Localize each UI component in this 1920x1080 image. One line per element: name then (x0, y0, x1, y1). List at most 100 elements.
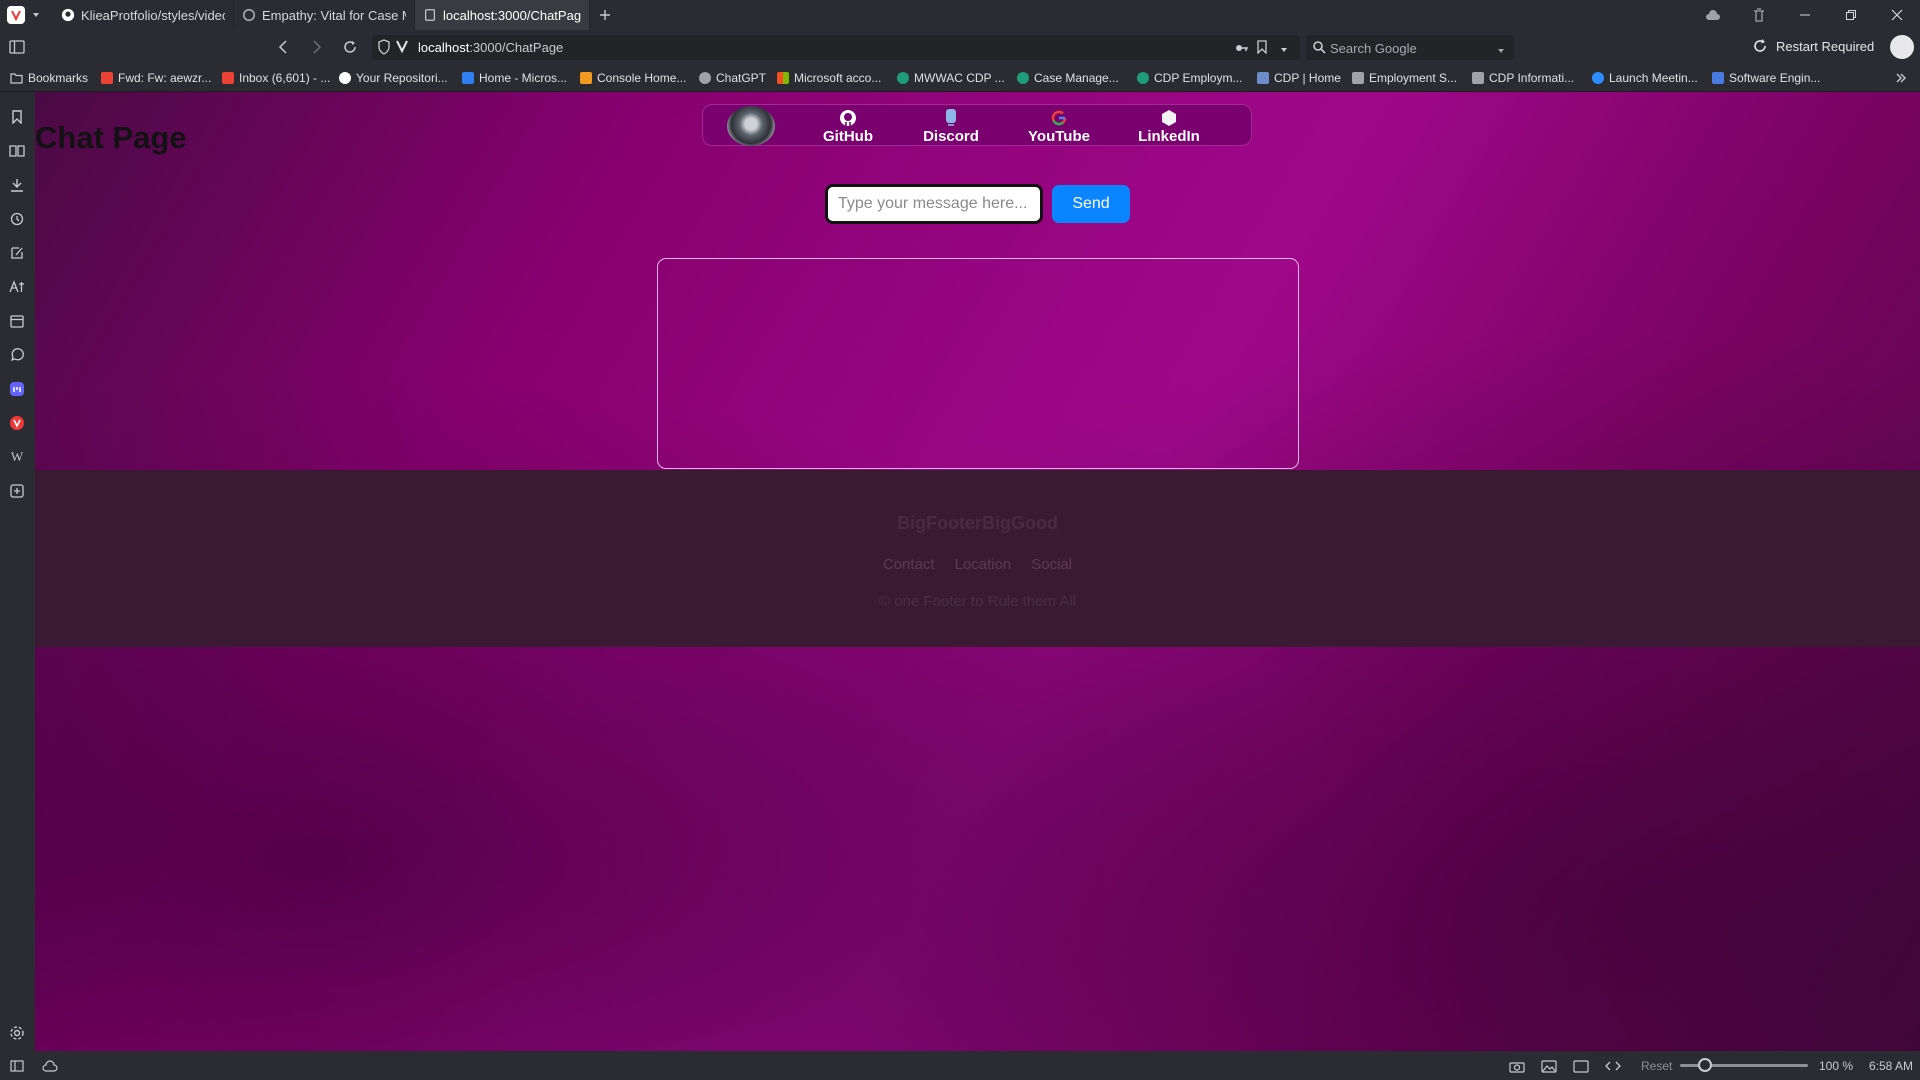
history-icon[interactable] (8, 210, 26, 228)
shield-icon[interactable] (377, 39, 391, 60)
cloud-icon[interactable] (1690, 0, 1736, 30)
back-icon[interactable] (274, 38, 292, 56)
download-icon[interactable] (8, 176, 26, 194)
bookmark-item[interactable]: Fwd: Fw: aewzr... (101, 71, 211, 85)
profile-logo[interactable] (727, 106, 775, 146)
bookmark-item[interactable]: Bookmarks (10, 71, 88, 85)
zoom-slider-handle[interactable] (1698, 1058, 1712, 1072)
page-icon (1472, 72, 1484, 84)
double-chevron-right-icon[interactable] (1895, 71, 1907, 89)
sharepoint-icon (1017, 72, 1029, 84)
vivaldi-menu-icon[interactable] (7, 6, 25, 24)
page-icon (425, 9, 435, 21)
bookmark-item[interactable]: Case Manage... (1017, 71, 1119, 85)
cloud-sync-icon[interactable] (42, 1058, 58, 1074)
send-button[interactable]: Send (1052, 185, 1130, 223)
restore-icon[interactable] (1828, 0, 1874, 30)
bookmark-item[interactable]: Launch Meetin... (1592, 71, 1698, 85)
calendar-icon[interactable] (8, 312, 26, 330)
linkedin-icon (1712, 72, 1724, 84)
bookmark-panel-icon[interactable] (8, 108, 26, 126)
vivaldi-icon[interactable] (8, 414, 26, 432)
bookmark-item[interactable]: Home - Micros... (462, 71, 567, 85)
status-bar: Reset 100 % 6:58 AM (0, 1051, 1920, 1080)
github-icon (61, 8, 75, 22)
url-text: localhost:3000/ChatPage (418, 40, 563, 55)
mastodon-icon[interactable] (8, 380, 26, 398)
folder-icon (10, 72, 23, 84)
nav-link-linkedin[interactable]: LinkedIn (1133, 105, 1205, 147)
page-tiling-icon[interactable] (1573, 1058, 1589, 1074)
wikipedia-icon[interactable]: W (8, 448, 26, 466)
nav-link-discord[interactable]: Discord (918, 105, 984, 147)
gmail-icon (222, 72, 234, 84)
trash-icon[interactable] (1736, 0, 1782, 30)
feed-reader-icon[interactable] (8, 346, 26, 364)
footer-link-contact[interactable]: Contact (883, 556, 935, 573)
bookmark-item[interactable]: CDP Employm... (1137, 71, 1242, 85)
tab-github[interactable]: KlieaProtfolio/styles/video.r (53, 0, 234, 30)
chevron-down-icon[interactable] (1279, 42, 1289, 60)
notes-icon[interactable] (8, 244, 26, 262)
camera-icon[interactable] (1509, 1058, 1525, 1074)
reading-list-icon[interactable] (8, 142, 26, 160)
url-host: localhost (418, 40, 470, 55)
forward-icon[interactable] (308, 38, 326, 56)
search-icon (1312, 40, 1326, 59)
reload-icon[interactable] (341, 38, 359, 56)
code-icon[interactable] (1605, 1058, 1621, 1074)
bookmark-label: Your Repositori... (356, 71, 448, 85)
address-bar: localhost:3000/ChatPage Search Google Re… (0, 30, 1920, 64)
bookmark-item[interactable]: Software Engin... (1712, 71, 1820, 85)
message-input[interactable] (825, 184, 1043, 224)
restart-required-button[interactable]: Restart Required (1752, 38, 1874, 54)
github-icon (339, 72, 351, 84)
add-panel-icon[interactable] (8, 482, 26, 500)
bookmark-label: Home - Micros... (479, 71, 568, 85)
bookmark-item[interactable]: ChatGPT (699, 71, 766, 85)
panel-toggle-icon[interactable] (9, 1058, 25, 1074)
key-icon[interactable] (1235, 41, 1249, 59)
profile-avatar[interactable] (1890, 35, 1914, 59)
bookmark-item[interactable]: Console Home... (580, 71, 686, 85)
tab-chat-page[interactable]: localhost:3000/ChatPage (415, 0, 590, 30)
url-field[interactable]: localhost:3000/ChatPage (372, 35, 1300, 60)
bookmark-item[interactable]: Your Repositori... (339, 71, 448, 85)
nav-link-github[interactable]: GitHub (817, 105, 879, 147)
tab-label: localhost:3000/ChatPage (443, 7, 581, 23)
nav-link-youtube[interactable]: YouTube (1023, 105, 1095, 147)
search-field[interactable]: Search Google (1306, 35, 1514, 60)
chevron-down-icon[interactable] (1496, 43, 1506, 61)
bookmark-label: Console Home... (597, 71, 687, 85)
bookmark-item[interactable]: MWWAC CDP ... (897, 71, 1005, 85)
settings-gear-icon[interactable] (8, 1024, 26, 1042)
footer-link-location[interactable]: Location (955, 556, 1012, 573)
nav-label: Discord (923, 128, 979, 145)
bookmark-item[interactable]: Employment S... (1352, 71, 1457, 85)
restart-icon (1754, 39, 1766, 52)
new-tab-icon[interactable] (590, 0, 620, 30)
bookmark-item[interactable]: Inbox (6,601) - ... (222, 71, 330, 85)
bookmark-item[interactable]: Microsoft acco... (777, 71, 881, 85)
chevron-down-icon[interactable] (27, 6, 45, 24)
tab-empathy[interactable]: Empathy: Vital for Case Mar (234, 0, 415, 30)
web-page: Chat Page GitHub Discord YouTube LinkedI… (35, 92, 1920, 1051)
zoom-reset-button[interactable]: Reset (1641, 1059, 1672, 1073)
bookmark-item[interactable]: CDP Informati... (1472, 71, 1574, 85)
github-icon (838, 108, 858, 128)
translate-icon[interactable] (8, 278, 26, 296)
minimize-icon[interactable] (1782, 0, 1828, 30)
bookmark-icon[interactable] (1257, 40, 1267, 59)
image-icon[interactable] (1541, 1058, 1557, 1074)
zoom-icon (1592, 72, 1604, 84)
bookmark-label: Employment S... (1369, 71, 1458, 85)
bookmark-label: Launch Meetin... (1609, 71, 1698, 85)
chatgpt-icon (242, 8, 256, 22)
bookmark-item[interactable]: CDP | Home (1257, 71, 1341, 85)
nav-label: LinkedIn (1138, 128, 1200, 145)
bookmark-label: CDP Informati... (1489, 71, 1575, 85)
panel-toggle-icon[interactable] (8, 38, 26, 56)
bookmark-label: CDP | Home (1274, 71, 1341, 85)
close-icon[interactable] (1874, 0, 1920, 30)
footer-link-social[interactable]: Social (1031, 556, 1072, 573)
